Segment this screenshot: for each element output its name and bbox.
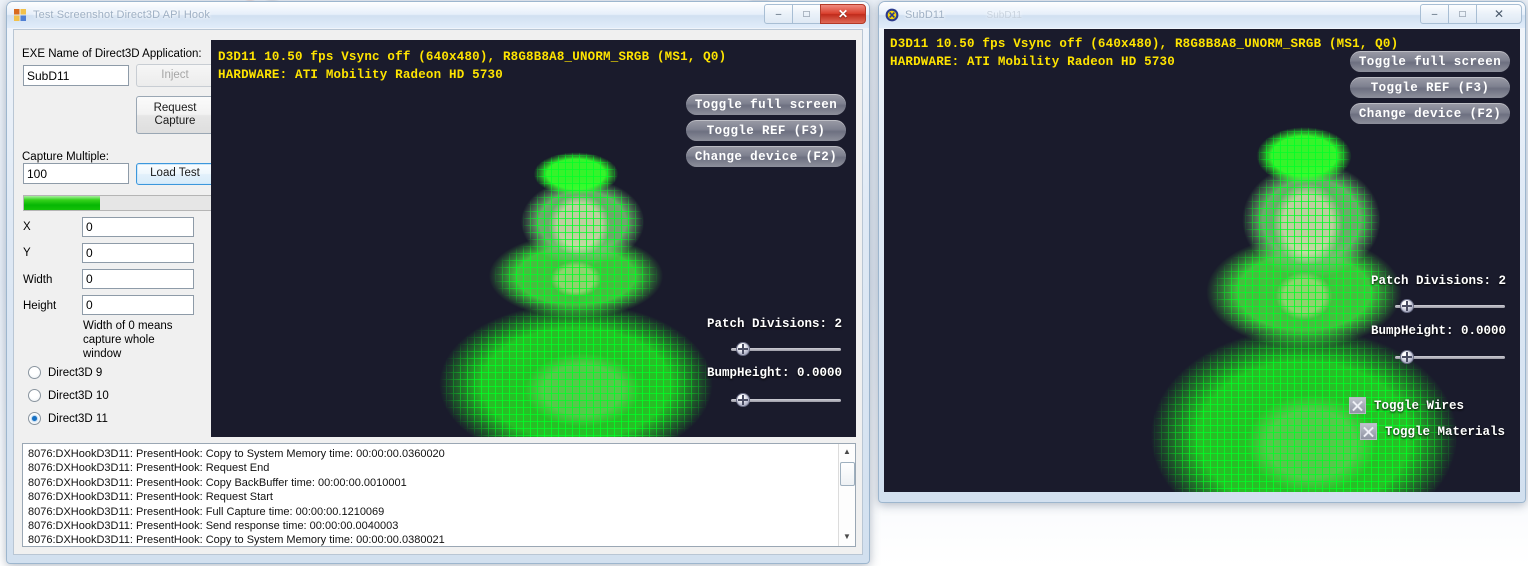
hint-line-3: window bbox=[83, 348, 122, 360]
minimize-button[interactable]: – bbox=[764, 4, 793, 24]
log-line: 8076:DXHookD3D11: PresentHook: Copy Back… bbox=[28, 476, 407, 489]
log-output[interactable]: 8076:DXHookD3D11: PresentHook: Copy to S… bbox=[22, 443, 856, 547]
request-capture-line1: Request bbox=[153, 101, 197, 114]
toggle-materials-checkbox[interactable]: Toggle Materials bbox=[1359, 423, 1505, 440]
scroll-up-icon[interactable]: ▲ bbox=[839, 444, 856, 461]
scroll-down-icon[interactable]: ▼ bbox=[839, 529, 856, 546]
right-render-viewport[interactable]: D3D11 10.50 fps Vsync off (640x480), R8G… bbox=[884, 29, 1520, 492]
field-input-height[interactable]: 0 bbox=[82, 295, 194, 315]
checkbox-icon-toggle-materials[interactable] bbox=[1359, 423, 1377, 440]
bump-height-label: BumpHeight: 0.0000 bbox=[1370, 324, 1506, 338]
log-line: 8076:DXHookD3D11: PresentHook: Send resp… bbox=[28, 520, 399, 533]
slider-knob[interactable] bbox=[1400, 350, 1414, 364]
maximize-button[interactable]: □ bbox=[1448, 4, 1477, 24]
change-device-button[interactable]: Change device (F2) bbox=[1350, 103, 1510, 124]
toggle-full-screen-button[interactable]: Toggle full screen bbox=[1350, 51, 1510, 72]
radio-icon-d3d11[interactable] bbox=[28, 412, 41, 425]
maximize-button[interactable]: □ bbox=[792, 4, 821, 24]
log-line: 8076:DXHookD3D11: PresentHook: Full Capt… bbox=[28, 505, 385, 518]
hud-line-1: D3D11 10.50 fps Vsync off (640x480), R8G… bbox=[890, 37, 1399, 51]
log-line: 8076:DXHookD3D11: PresentHook: Copy to S… bbox=[28, 448, 445, 460]
patch-divisions-slider[interactable] bbox=[1395, 299, 1505, 313]
hint-line-2: capture whole bbox=[83, 334, 155, 346]
toggle-ref-button[interactable]: Toggle REF (F3) bbox=[1350, 77, 1510, 98]
radio-label-d3d10: Direct3D 10 bbox=[48, 389, 109, 402]
patch-divisions-slider[interactable] bbox=[731, 342, 841, 356]
wireframe-model bbox=[411, 150, 741, 437]
model-wireframe bbox=[411, 150, 741, 437]
toggle-full-screen-button[interactable]: Toggle full screen bbox=[686, 94, 846, 115]
capture-multiple-input[interactable]: 100 bbox=[23, 163, 129, 184]
log-line: 8076:DXHookD3D11: PresentHook: Copy to S… bbox=[28, 534, 445, 547]
field-label-y: Y bbox=[23, 247, 31, 259]
patch-divisions-label: Patch Divisions: 2 bbox=[706, 317, 842, 331]
radio-row-d3d10[interactable]: Direct3D 10 bbox=[28, 389, 109, 402]
capture-progress-bar bbox=[23, 195, 214, 211]
log-line: 8076:DXHookD3D11: PresentHook: Request E… bbox=[28, 462, 270, 475]
toggle-materials-label: Toggle Materials bbox=[1384, 424, 1505, 439]
hud-line-2: HARDWARE: ATI Mobility Radeon HD 5730 bbox=[218, 68, 503, 82]
field-label-height: Height bbox=[23, 300, 57, 312]
left-titlebar[interactable]: Test Screenshot Direct3D API Hook – □ ✕ bbox=[7, 2, 869, 28]
scrollbar-thumb[interactable] bbox=[839, 462, 855, 486]
field-label-width: Width bbox=[23, 274, 53, 286]
request-capture-line2: Capture bbox=[154, 115, 196, 127]
checkbox-icon-toggle-wires[interactable] bbox=[1348, 397, 1366, 414]
toggle-ref-button[interactable]: Toggle REF (F3) bbox=[686, 120, 846, 141]
patch-divisions-label: Patch Divisions: 2 bbox=[1370, 274, 1506, 288]
window-subd11[interactable]: SubD11 SubD11 – □ ✕ D3D11 10.50 fps Vsyn… bbox=[878, 1, 1526, 503]
load-test-button[interactable]: Load Test bbox=[136, 163, 214, 185]
capture-multiple-label: Capture Multiple: bbox=[22, 151, 109, 163]
change-device-button[interactable]: Change device (F2) bbox=[686, 146, 846, 167]
right-window-controls[interactable]: – □ ✕ bbox=[1420, 4, 1522, 24]
log-scrollbar[interactable]: ▲ ▼ bbox=[838, 444, 855, 546]
inject-button[interactable]: Inject bbox=[136, 64, 214, 87]
radio-row-d3d11[interactable]: Direct3D 11 bbox=[28, 412, 108, 425]
progress-fill bbox=[24, 196, 100, 210]
toggle-wires-checkbox[interactable]: Toggle Wires bbox=[1348, 397, 1464, 414]
exe-name-input[interactable]: SubD11 bbox=[23, 65, 129, 86]
hud-line-1: D3D11 10.50 fps Vsync off (640x480), R8G… bbox=[218, 50, 727, 64]
hint-line-1: Width of 0 means bbox=[83, 320, 173, 332]
close-button[interactable]: ✕ bbox=[820, 4, 866, 24]
left-window-title: Test Screenshot Direct3D API Hook bbox=[33, 9, 210, 21]
radio-row-d3d9[interactable]: Direct3D 9 bbox=[28, 366, 102, 379]
right-titlebar[interactable]: SubD11 SubD11 – □ ✕ bbox=[879, 2, 1525, 28]
bump-height-label: BumpHeight: 0.0000 bbox=[706, 366, 842, 380]
left-window-client: EXE Name of Direct3D Application: SubD11… bbox=[13, 29, 863, 555]
right-window-title: SubD11 bbox=[905, 9, 945, 21]
close-circle-icon bbox=[885, 8, 899, 22]
left-render-viewport[interactable]: D3D11 10.50 fps Vsync off (640x480), R8G… bbox=[211, 40, 856, 437]
slider-knob[interactable] bbox=[736, 393, 750, 407]
bump-height-slider[interactable] bbox=[1395, 350, 1505, 364]
app-icon bbox=[13, 8, 27, 22]
log-line: 8076:DXHookD3D11: PresentHook: Request S… bbox=[28, 491, 273, 504]
field-input-y[interactable]: 0 bbox=[82, 243, 194, 263]
right-window-ghost-title: SubD11 bbox=[986, 9, 1022, 21]
slider-knob[interactable] bbox=[736, 342, 750, 356]
hud-line-2: HARDWARE: ATI Mobility Radeon HD 5730 bbox=[890, 55, 1175, 69]
bump-height-slider[interactable] bbox=[731, 393, 841, 407]
minimize-button[interactable]: – bbox=[1420, 4, 1449, 24]
request-capture-button[interactable]: Request Capture bbox=[136, 96, 214, 134]
field-label-x: X bbox=[23, 221, 31, 233]
exe-name-label: EXE Name of Direct3D Application: bbox=[22, 48, 202, 60]
field-input-x[interactable]: 0 bbox=[82, 217, 194, 237]
left-window-controls[interactable]: – □ ✕ bbox=[764, 4, 866, 24]
slider-knob[interactable] bbox=[1400, 299, 1414, 313]
radio-icon-d3d9[interactable] bbox=[28, 366, 41, 379]
radio-icon-d3d10[interactable] bbox=[28, 389, 41, 402]
window-test-screenshot-hook[interactable]: Test Screenshot Direct3D API Hook – □ ✕ … bbox=[6, 1, 870, 564]
toggle-wires-label: Toggle Wires bbox=[1373, 398, 1464, 413]
radio-label-d3d11: Direct3D 11 bbox=[48, 412, 108, 425]
radio-label-d3d9: Direct3D 9 bbox=[48, 366, 103, 379]
field-input-width[interactable]: 0 bbox=[82, 269, 194, 289]
close-button[interactable]: ✕ bbox=[1476, 4, 1522, 24]
